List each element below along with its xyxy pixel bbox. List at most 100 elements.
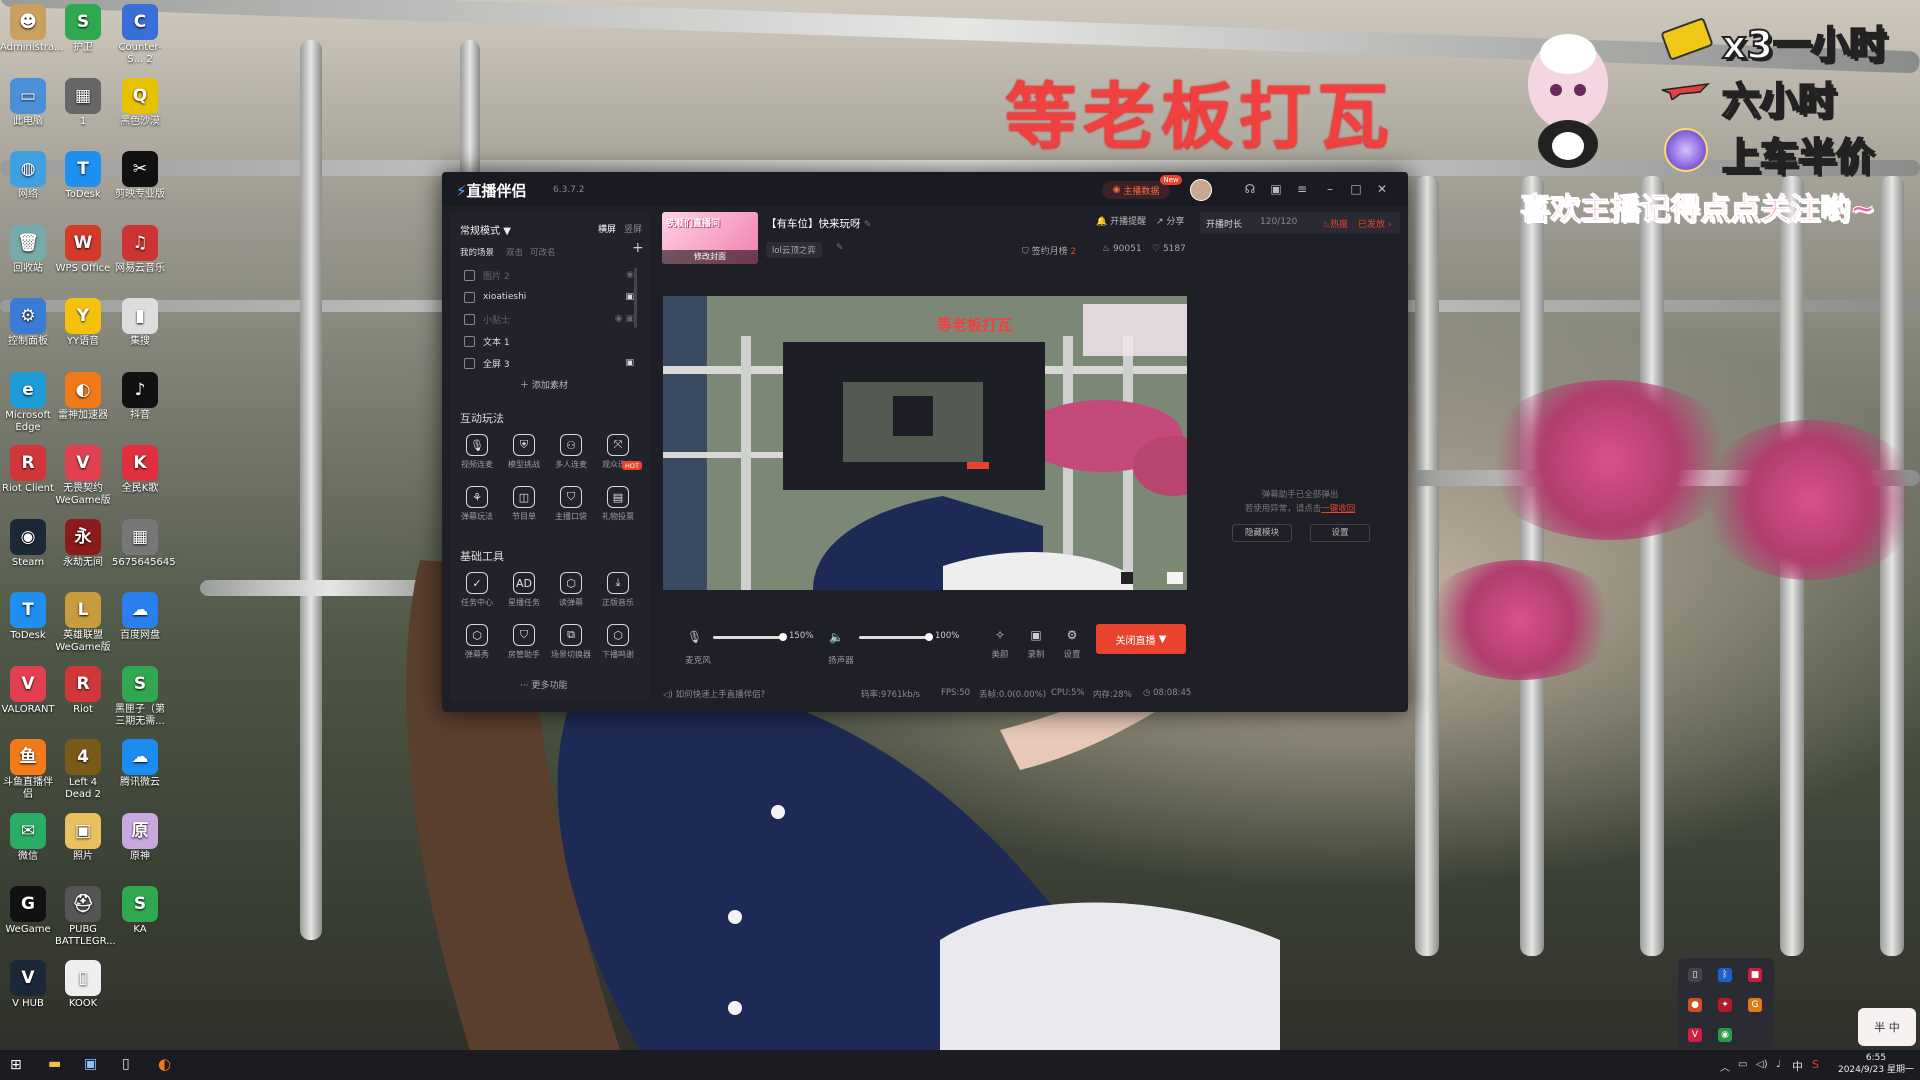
desktop-shortcut[interactable]: ▣ 照片 [55,812,111,863]
desktop-shortcut[interactable]: ♪ 抖音 [112,371,168,422]
desktop-shortcut[interactable]: G WeGame [0,886,56,936]
checkbox[interactable] [464,335,475,347]
host-data-button[interactable]: ◉ 主播数据 [1102,181,1170,199]
help-link[interactable]: ◁) 如何快速上手直播伴侣? [663,688,765,700]
app-tray-icon[interactable]: ■ [1748,968,1762,982]
volume-icon[interactable]: ◁) [1756,1059,1768,1070]
store-icon[interactable]: ▣ [84,1056,97,1072]
tool-button[interactable]: AD 星播任务 [501,572,547,608]
scene-item[interactable]: 图片 2 ◉ [464,266,634,284]
menu-icon[interactable]: ≡ [1294,181,1310,197]
green-tray-icon[interactable]: ◉ [1718,1028,1732,1042]
desktop-shortcut[interactable]: ☁ 百度网盘 [112,592,168,642]
usb-icon[interactable]: ▯ [1688,968,1702,982]
desktop-shortcut[interactable]: ☻ Administra... [0,4,64,54]
headset-icon[interactable]: ☊ [1242,181,1258,197]
mode-dropdown[interactable]: 常规模式 ▼ [460,222,511,237]
tool-button[interactable]: ◫ 节目单 [501,486,547,522]
tool-button[interactable]: ⧉ 场景切换器 [548,624,594,660]
stream-title[interactable]: 【有车位】快来玩呀 ✎ [766,216,871,231]
tool-button[interactable]: ⛉ 主播口袋 [548,486,594,522]
share-button[interactable]: ↗ 分享 [1156,214,1184,227]
start-icon[interactable]: ⊞ [10,1057,22,1073]
tool-button[interactable]: ✓ 任务中心 [454,572,500,608]
desktop-shortcut[interactable]: ✉ 微信 [0,812,56,863]
desktop-shortcut[interactable]: C Counter-S... 2 [112,4,168,66]
checkbox[interactable] [464,291,475,303]
ime-indicator[interactable]: 中 [1792,1058,1803,1074]
mic-tray-icon[interactable]: ♩ [1776,1059,1781,1070]
desktop-shortcut[interactable]: ⚙ 控制面板 [0,298,56,348]
checkbox[interactable] [464,357,475,369]
checkbox[interactable] [464,313,475,325]
scene-scrollbar[interactable] [634,268,637,328]
beauty-button[interactable]: ✧ 美颜 [985,628,1015,660]
cover-thumbnail[interactable]: 铁顺们直播间 修改封面 [662,212,758,264]
desktop-shortcut[interactable]: ▦ 1 [55,77,111,128]
bluetooth-icon[interactable]: ᛒ [1718,968,1732,982]
desktop-shortcut[interactable]: R Riot [55,665,111,716]
more-features-button[interactable]: ··· 更多功能 [520,678,567,691]
heat-badge[interactable]: ♨热度 [1322,217,1348,230]
tool-button[interactable]: ▤ 礼物投票 [595,486,641,522]
add-scene-icon[interactable]: + [632,240,644,256]
desktop-shortcut[interactable]: ▯ KOOK [55,959,111,1010]
heat-status[interactable]: 已发放 › [1358,217,1391,230]
desktop-shortcut[interactable]: R Riot Client [0,445,56,495]
title-bar[interactable]: ⚡直播伴侣 6.3.7.2 ◉ 主播数据 New ☊ ▣ ≡ – □ ✕ [442,172,1408,206]
desktop-shortcut[interactable]: L 英雄联盟 WeGame版 [55,592,111,654]
tool-button[interactable]: ⬡ 读弹幕 [548,572,594,608]
desktop-shortcut[interactable]: 🗑 回收站 [0,224,56,275]
file-explorer-icon[interactable]: ▬ [48,1056,61,1072]
maximize-icon[interactable]: □ [1348,181,1364,197]
skin-icon[interactable]: ▣ [1268,181,1284,197]
desktop-shortcut[interactable]: ⛑ PUBG BATTLEGR... [55,886,116,948]
signed-rank[interactable]: ⛉ 签约月榜 2 [1022,244,1076,257]
desktop-shortcut[interactable]: S 黑匣子（第三期无需... [112,665,168,728]
live-remind-button[interactable]: 🔔 开播提醒 [1096,214,1146,227]
desktop-shortcut[interactable]: 原原神 [112,812,168,863]
speaker-volume-slider[interactable] [859,633,933,641]
record-button[interactable]: ▣ 录制 [1021,628,1051,660]
desktop-shortcut[interactable]: VV HUB [0,959,56,1010]
edit-icon[interactable]: ✎ [864,220,872,230]
close-icon[interactable]: ✕ [1374,181,1390,197]
desktop-shortcut[interactable]: Q 黑色沙漠 [112,77,168,128]
desktop-shortcut[interactable]: ◐ 雷神加速器 [55,371,111,422]
scene-item[interactable]: 文本 1 [464,332,634,350]
tool-button[interactable]: ⛉ 房管助手 [501,624,547,660]
add-material-button[interactable]: ＋ 添加素材 [520,378,568,391]
tab-my-scenes[interactable]: 我的场景 [460,246,494,258]
category-tag[interactable]: lol云顶之弈 [766,242,822,258]
stop-live-button[interactable]: 关闭直播 ▼ [1096,624,1186,654]
tool-button[interactable]: ⬡ 下播鸣谢 [595,624,641,660]
desktop-shortcut[interactable]: S KA [112,886,168,936]
desktop-shortcut[interactable]: ▮ 集搜 [112,298,168,348]
tab-portrait[interactable]: 竖屏 [624,222,642,235]
wegame-tray-icon[interactable]: G [1748,998,1762,1012]
desktop-shortcut[interactable]: S 护卫 [55,4,111,54]
douyu-taskbar-icon[interactable]: ◐ [158,1055,171,1073]
lock-icon[interactable]: ▣ [625,292,634,302]
sogou-icon[interactable]: S [1812,1058,1819,1071]
slider-thumb[interactable] [779,633,787,641]
desktop-shortcut[interactable]: T ToDesk [55,151,111,201]
tray-expand-icon[interactable]: ︿ [1720,1059,1730,1074]
clock[interactable]: 6:55 2024/9/23 星期一 [1836,1052,1916,1076]
minimize-icon[interactable]: – [1322,181,1338,197]
valorant-tray-icon[interactable]: V [1688,1028,1702,1042]
hide-module-button[interactable]: 隐藏模块 [1232,524,1292,542]
desktop-shortcut[interactable]: 鱼斗鱼直播伴侣 [0,739,56,801]
settings-button[interactable]: ⚙ 设置 [1057,628,1087,660]
scene-item[interactable]: 全屏 3 ▣ [464,354,634,372]
tool-button[interactable]: ⬡ 弹幕秀 [454,624,500,660]
desktop-shortcut[interactable]: T ToDesk [0,592,56,642]
slider-thumb[interactable] [925,633,933,641]
network-icon[interactable]: ▭ [1738,1059,1747,1070]
desktop-shortcut[interactable]: V 无畏契约 WeGame版 [55,445,111,507]
tool-button[interactable]: 🎙 视频连麦 [454,434,500,470]
notepad-icon[interactable]: ▯ [122,1056,130,1072]
danmaku-settings-button[interactable]: 设置 [1310,524,1370,542]
desktop-shortcut[interactable]: V VALORANT [0,665,56,716]
desktop-shortcut[interactable]: ♫ 网易云音乐 [112,224,168,275]
